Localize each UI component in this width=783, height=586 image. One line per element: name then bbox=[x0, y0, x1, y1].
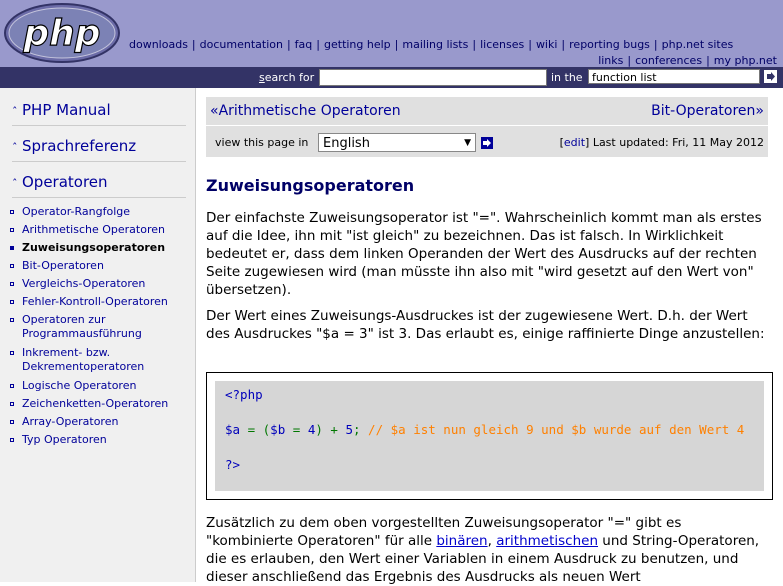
language-go-arrow-icon[interactable] bbox=[481, 137, 493, 149]
view-page-label: view this page in bbox=[215, 136, 309, 149]
page-title: Zuweisungsoperatoren bbox=[206, 176, 415, 195]
last-updated: [edit] Last updated: Fri, 11 May 2012 bbox=[559, 136, 764, 149]
nav-separator: | bbox=[472, 38, 477, 51]
nav-my-php-net[interactable]: my php.net bbox=[714, 54, 777, 67]
nav-conferences[interactable]: conferences bbox=[635, 54, 702, 67]
nav-separator: | bbox=[561, 38, 566, 51]
search-scope-select[interactable]: function list bbox=[588, 69, 760, 84]
page-navigation: «Arithmetische Operatoren Bit-Operatoren… bbox=[206, 97, 768, 157]
bullet-icon bbox=[10, 438, 14, 442]
nav-getting-help[interactable]: getting help bbox=[324, 38, 391, 51]
nav-separator: | bbox=[286, 38, 291, 51]
bullet-icon bbox=[10, 300, 14, 304]
code-line-assignment: $a = ($b = 4) + 5; // $a ist nun gleich … bbox=[225, 422, 745, 437]
search-submit-arrow-icon[interactable] bbox=[764, 70, 777, 83]
double-caret-up-icon: ˆ bbox=[12, 105, 18, 118]
prev-page-link[interactable]: «Arithmetische Operatoren bbox=[210, 103, 401, 119]
top-nav-row-1: downloads | documentation | faq | getting help… bbox=[129, 37, 783, 53]
sidebar: ˆ PHP Manual ˆ Sprachreferenz ˆ Operatoren … bbox=[0, 88, 196, 582]
nav-separator: | bbox=[627, 54, 632, 67]
bullet-icon bbox=[10, 402, 14, 406]
next-page-link[interactable]: Bit-Operatoren» bbox=[651, 103, 764, 119]
nav-mailing-lists[interactable]: mailing lists bbox=[402, 38, 468, 51]
divider bbox=[206, 125, 768, 126]
dropdown-arrow-icon: ▼ bbox=[464, 138, 471, 148]
caret-up-icon: ˆ bbox=[12, 141, 18, 154]
php-logo[interactable]: php bbox=[3, 2, 121, 64]
paragraph-3: Zusätzlich zu dem oben vorgestellten Zuw… bbox=[206, 515, 760, 585]
code-example: <?php $a = ($b = 4) + 5; // $a ist nun g… bbox=[206, 372, 773, 500]
code-line-open: <?php bbox=[225, 387, 263, 402]
nav-php-net-sites[interactable]: php.net sites bbox=[662, 38, 734, 51]
divider bbox=[12, 197, 186, 198]
code-block: <?php $a = ($b = 4) + 5; // $a ist nun g… bbox=[215, 381, 764, 491]
search-input[interactable] bbox=[319, 69, 547, 86]
bullet-icon bbox=[10, 282, 14, 286]
nav-documentation[interactable]: documentation bbox=[200, 38, 283, 51]
site-header: php downloads | documentation | faq | getting … bbox=[0, 0, 783, 67]
bullet-icon bbox=[10, 384, 14, 388]
nav-licenses[interactable]: licenses bbox=[480, 38, 524, 51]
nav-separator: | bbox=[394, 38, 399, 51]
bullet-icon bbox=[10, 228, 14, 232]
logo-text: php bbox=[22, 13, 100, 54]
nav-reporting-bugs[interactable]: reporting bugs bbox=[569, 38, 650, 51]
paragraph-2: Der Wert eines Zuweisungs-Ausdruckes ist… bbox=[206, 308, 765, 342]
nav-links[interactable]: links bbox=[598, 54, 623, 67]
nav-faq[interactable]: faq bbox=[295, 38, 313, 51]
divider bbox=[12, 125, 186, 126]
nav-separator: | bbox=[316, 38, 320, 51]
bullet-icon bbox=[10, 210, 14, 214]
nav-separator: | bbox=[528, 38, 532, 51]
bullet-icon bbox=[10, 420, 14, 424]
prev-arrow-icon: « bbox=[210, 103, 219, 119]
sidebar-section-operatoren[interactable]: ˆ Operatoren bbox=[12, 173, 108, 191]
link-binaeren[interactable]: binären bbox=[436, 533, 487, 549]
nav-wiki[interactable]: wiki bbox=[536, 38, 557, 51]
divider bbox=[12, 161, 186, 162]
search-label: search for bbox=[259, 71, 315, 84]
search-bar: search for in the function list bbox=[0, 67, 783, 88]
next-arrow-icon: » bbox=[755, 103, 764, 119]
top-navigation: downloads | documentation | faq | getting help… bbox=[129, 37, 783, 69]
sidebar-section-php-manual[interactable]: ˆ PHP Manual bbox=[12, 101, 111, 119]
nav-separator: | bbox=[653, 38, 658, 51]
nav-separator: | bbox=[706, 54, 710, 67]
bullet-icon bbox=[10, 246, 14, 250]
main-content: «Arithmetische Operatoren Bit-Operatoren… bbox=[196, 88, 783, 585]
nav-separator: | bbox=[191, 38, 196, 51]
bullet-icon bbox=[10, 318, 14, 322]
sidebar-section-sprachreferenz[interactable]: ˆ Sprachreferenz bbox=[12, 137, 136, 155]
paragraph-1: Der einfachste Zuweisungsoperator ist "=… bbox=[206, 210, 762, 298]
caret-up-icon: ˆ bbox=[12, 177, 18, 190]
link-arithmetischen[interactable]: arithmetischen bbox=[496, 533, 598, 549]
edit-link[interactable]: edit bbox=[564, 136, 585, 149]
search-scope-label: in the bbox=[551, 71, 583, 84]
bullet-icon bbox=[10, 351, 14, 355]
nav-downloads[interactable]: downloads bbox=[129, 38, 188, 51]
language-select[interactable]: English ▼ bbox=[318, 133, 476, 152]
code-line-close: ?> bbox=[225, 457, 241, 472]
bullet-icon bbox=[10, 264, 14, 268]
